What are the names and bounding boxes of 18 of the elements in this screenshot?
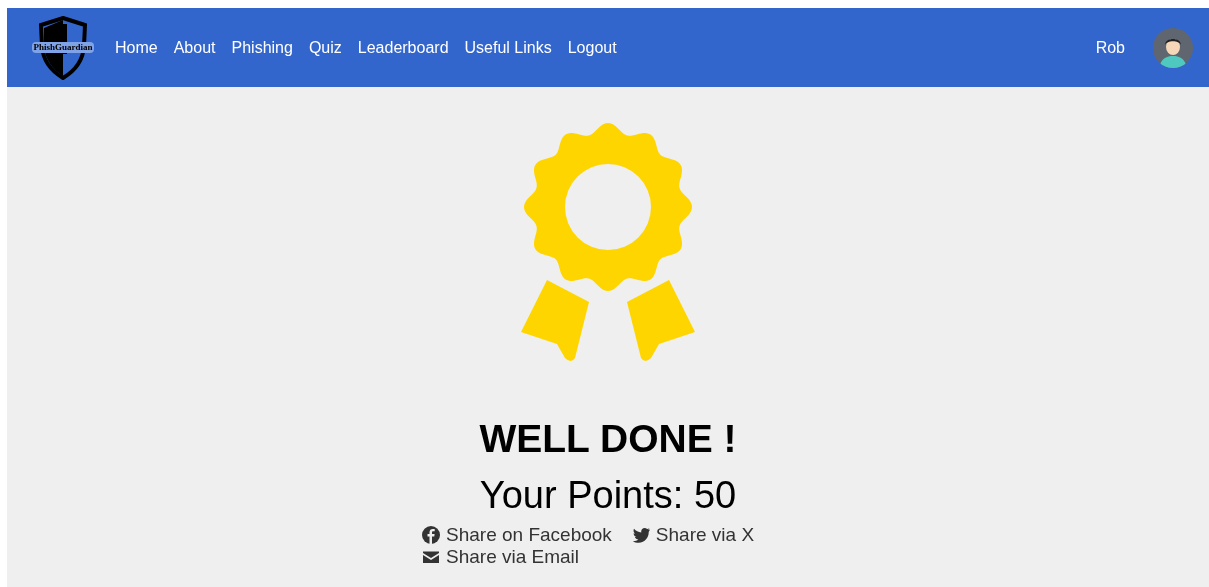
user-name: Rob (1095, 37, 1125, 58)
bird-icon (631, 526, 650, 544)
share-link[interactable]: Share via Email (422, 546, 580, 568)
nav-link[interactable]: Leaderboard (357, 35, 449, 60)
nav-link[interactable]: Quiz (308, 35, 342, 60)
nav-link[interactable]: About (173, 35, 216, 60)
points-text: Your Points: 50 (479, 473, 737, 518)
nav-link[interactable]: Home (115, 35, 158, 60)
share-link[interactable]: Share on Facebook (422, 524, 612, 546)
share-link[interactable]: Share via X (631, 524, 755, 546)
nav-link[interactable]: Phishing (231, 35, 293, 60)
avatar-icon[interactable] (1153, 27, 1193, 68)
facebook-icon (422, 526, 440, 544)
logo-text: PhishGuardian (32, 42, 94, 53)
result-heading: WELL DONE ! (479, 416, 737, 462)
nav-link[interactable]: Logout (567, 35, 617, 60)
logo[interactable]: PhishGuardian (23, 15, 103, 80)
nav-link[interactable]: Useful Links (464, 35, 552, 60)
